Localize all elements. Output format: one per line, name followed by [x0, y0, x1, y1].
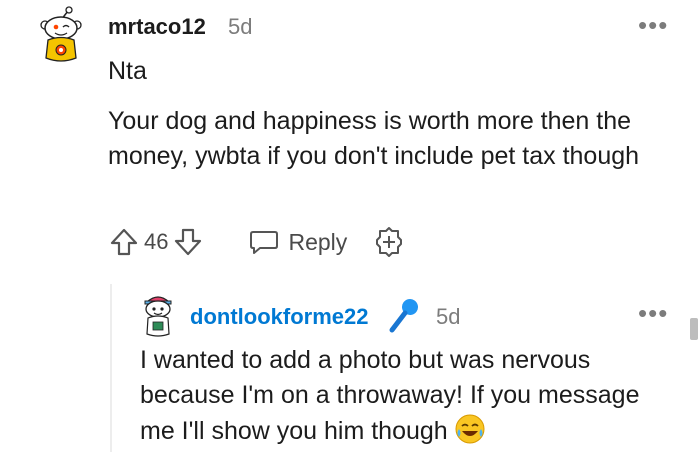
scrollbar[interactable]: [690, 318, 698, 340]
reply-body: I wanted to add a photo but was nervous …: [140, 343, 660, 449]
comment-body-line: Nta: [108, 57, 147, 85]
reply-timestamp: 5d: [436, 304, 461, 329]
comment-body-paragraph: Your dog and happiness is worth more the…: [108, 107, 640, 170]
comment-timestamp: 5d: [228, 14, 253, 39]
reply-user-avatar[interactable]: [140, 292, 176, 338]
reply-label: Reply: [288, 228, 348, 255]
upvote-arrow-icon[interactable]: [108, 226, 140, 258]
reply-more-options-icon[interactable]: •••: [638, 300, 668, 326]
laughing-tears-emoji: [455, 414, 485, 444]
reply-body-text: I wanted to add a photo but was nervous …: [140, 346, 640, 445]
award-plus-icon[interactable]: [373, 226, 405, 258]
reply-username[interactable]: dontlookforme22: [190, 304, 368, 330]
comment-username[interactable]: mrtaco12: [108, 14, 206, 40]
reply-button[interactable]: Reply: [248, 226, 347, 258]
user-avatar[interactable]: [36, 6, 86, 64]
microphone-icon: [389, 299, 418, 333]
vote-score: 46: [144, 229, 169, 254]
thread-line[interactable]: [110, 284, 112, 452]
more-options-icon[interactable]: •••: [638, 12, 668, 38]
downvote-arrow-icon[interactable]: [172, 226, 204, 258]
comment-action-bar: 46 Reply: [108, 224, 405, 260]
speech-bubble-icon: [250, 231, 279, 254]
